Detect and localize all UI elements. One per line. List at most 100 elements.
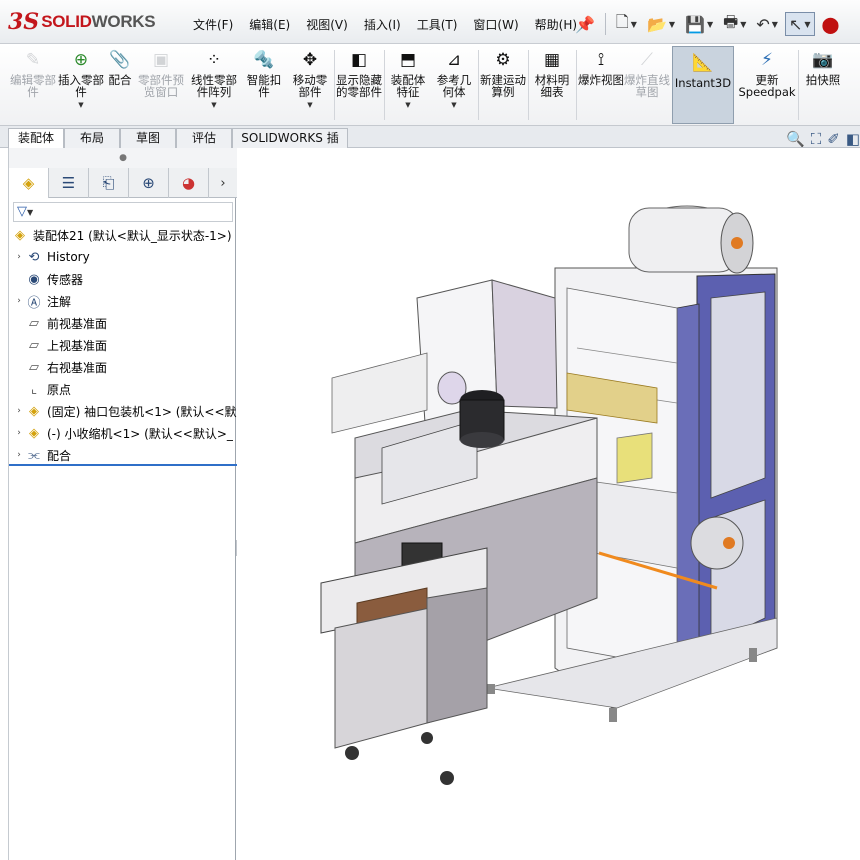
panel-grip[interactable]: ● bbox=[9, 148, 237, 168]
solidworks-window: 3S SOLIDWORKS 文件(F) 编辑(E) 视图(V) 插入(I) 工具… bbox=[0, 0, 860, 860]
tab-sketch[interactable]: 草图 bbox=[120, 128, 176, 148]
instant3d-button[interactable]: 📐 Instant3D bbox=[672, 46, 734, 124]
expand-arrow-icon[interactable]: › bbox=[13, 450, 25, 460]
smart-fastener-button[interactable]: 🔩 智能扣件 bbox=[244, 48, 284, 124]
chevron-down-icon: ▼ bbox=[78, 101, 84, 109]
configuration-icon: ⎗ bbox=[102, 174, 115, 192]
tree-item-history[interactable]: › ⟲ History bbox=[9, 246, 237, 268]
insert-component-button[interactable]: ⊕ 插入零部件 ▼ bbox=[58, 48, 104, 124]
component-preview-icon: ▣ bbox=[152, 50, 170, 70]
plane-icon: ▱ bbox=[29, 337, 39, 353]
show-hidden-button[interactable]: ◧ 显示隐藏的零部件 bbox=[336, 48, 382, 124]
assembly-icon: ◈ bbox=[15, 227, 25, 243]
zoom-to-fit-icon[interactable]: 🔍 bbox=[786, 130, 805, 148]
undo-button[interactable]: ↶ ▼ bbox=[753, 12, 781, 36]
edit-component-button[interactable]: ✎ 编辑零部件 bbox=[10, 48, 56, 124]
speedpak-icon: ⚡ bbox=[761, 50, 773, 70]
chevron-right-icon: › bbox=[220, 175, 226, 191]
display-manager-tab[interactable]: ◕ bbox=[169, 168, 209, 198]
chevron-down-icon: ▼ bbox=[451, 101, 457, 109]
rebuild-button[interactable]: ⬤ bbox=[819, 12, 843, 36]
tree-root[interactable]: ◈ 装配体21 (默认<默认_显示状态-1>) bbox=[9, 224, 237, 246]
configuration-manager-tab[interactable]: ⎗ bbox=[89, 168, 129, 198]
tab-evaluate[interactable]: 评估 bbox=[176, 128, 232, 148]
panel-tabs: ◈ ☰ ⎗ ⊕ ◕ › bbox=[9, 168, 237, 198]
solidworks-logo[interactable]: 3S SOLIDWORKS bbox=[8, 6, 166, 38]
assembly-cube-icon: ◈ bbox=[22, 174, 35, 192]
tree-item-shrink-machine[interactable]: › ◈ (-) 小收缩机<1> (默认<<默认>_ bbox=[9, 422, 237, 444]
menu-bar: 文件(F) 编辑(E) 视图(V) 插入(I) 工具(T) 窗口(W) 帮助(H… bbox=[185, 16, 585, 33]
property-manager-tab[interactable]: ☰ bbox=[49, 168, 89, 198]
print-button[interactable]: 🖶 ▼ bbox=[720, 12, 749, 36]
chevron-down-icon: ▼ bbox=[307, 101, 313, 109]
feature-tree: ◈ 装配体21 (默认<默认_显示状态-1>) › ⟲ History ◉ 传感… bbox=[9, 224, 237, 466]
feature-manager-tab[interactable]: ◈ bbox=[9, 168, 49, 198]
new-icon: 🗋 bbox=[615, 11, 629, 31]
heads-up-view-toolbar: 🔍 ⛶ ✐ ◧ bbox=[786, 130, 860, 148]
tree-item-top-plane[interactable]: ▱ 上视基准面 bbox=[9, 334, 237, 356]
part-icon: ◈ bbox=[29, 403, 39, 419]
explode-line-sketch-button[interactable]: ⟋ 爆炸直线草图 bbox=[624, 48, 670, 124]
update-speedpak-button[interactable]: ⚡ 更新Speedpak bbox=[738, 48, 796, 124]
previous-view-icon[interactable]: ✐ bbox=[827, 130, 840, 148]
menu-tools[interactable]: 工具(T) bbox=[409, 16, 466, 33]
tree-item-origin[interactable]: ⌞ 原点 bbox=[9, 378, 237, 400]
tree-item-sleeve-wrapper[interactable]: › ◈ (固定) 袖口包装机<1> (默认<<默 bbox=[9, 400, 237, 422]
section-view-icon[interactable]: ◧ bbox=[846, 130, 860, 148]
more-tabs-button[interactable]: › bbox=[209, 168, 237, 198]
pin-icon[interactable]: 📌 bbox=[572, 12, 598, 36]
expand-arrow-icon[interactable]: › bbox=[13, 406, 25, 416]
tree-item-mates[interactable]: › ⫘ 配合 bbox=[9, 444, 237, 466]
command-manager-tabs: 装配体 布局 草图 评估 SOLIDWORKS 插件 bbox=[0, 126, 860, 163]
ds-logo-mark: 3S bbox=[8, 9, 40, 35]
save-icon: 💾 bbox=[685, 14, 705, 34]
part-icon: ◈ bbox=[29, 425, 39, 441]
menu-file[interactable]: 文件(F) bbox=[185, 16, 241, 33]
open-document-button[interactable]: 📂 ▼ bbox=[644, 12, 678, 36]
snapshot-button[interactable]: 📷 拍快照 bbox=[800, 48, 846, 124]
move-component-button[interactable]: ✥ 移动零部件 ▼ bbox=[288, 48, 332, 124]
show-hidden-icon: ◧ bbox=[350, 50, 368, 70]
mates-folder-icon: ⫘ bbox=[28, 447, 40, 463]
menu-insert[interactable]: 插入(I) bbox=[356, 16, 409, 33]
select-button[interactable]: ↖ ▼ bbox=[784, 12, 815, 36]
tree-item-annotations[interactable]: › Ⓐ 注解 bbox=[9, 290, 237, 312]
tree-item-front-plane[interactable]: ▱ 前视基准面 bbox=[9, 312, 237, 334]
save-button[interactable]: 💾 ▼ bbox=[682, 12, 716, 36]
expand-arrow-icon[interactable]: › bbox=[13, 428, 25, 438]
new-document-button[interactable]: 🗋 ▼ bbox=[613, 12, 640, 36]
menu-view[interactable]: 视图(V) bbox=[298, 16, 356, 33]
tab-addins[interactable]: SOLIDWORKS 插件 bbox=[232, 128, 348, 163]
command-manager: ✎ 编辑零部件 ⊕ 插入零部件 ▼ 📎 配合 ▣ 零部件预览窗口 ⁘ 线性零部件… bbox=[0, 44, 860, 126]
dimxpert-tab[interactable]: ⊕ bbox=[129, 168, 169, 198]
assembly-feature-button[interactable]: ⬒ 装配体特征 ▼ bbox=[386, 48, 430, 124]
menu-edit[interactable]: 编辑(E) bbox=[241, 16, 298, 33]
logo-text: SOLIDWORKS bbox=[41, 12, 156, 31]
exploded-view-button[interactable]: ⟟ 爆炸视图 bbox=[578, 48, 624, 124]
edit-component-icon: ✎ bbox=[25, 50, 41, 70]
tab-layout[interactable]: 布局 bbox=[64, 128, 120, 148]
feature-manager-panel: ● ◈ ☰ ⎗ ⊕ ◕ › ▽▼ ◈ 装配体21 (默认<默认_显示状态-1>)… bbox=[8, 148, 237, 860]
component-preview-button[interactable]: ▣ 零部件预览窗口 bbox=[138, 48, 184, 124]
title-menu-bar: 3S SOLIDWORKS 文件(F) 编辑(E) 视图(V) 插入(I) 工具… bbox=[0, 0, 860, 44]
annotation-icon: Ⓐ bbox=[27, 295, 41, 311]
bom-button[interactable]: ▦ 材料明细表 bbox=[530, 48, 574, 124]
tab-assembly[interactable]: 装配体 bbox=[8, 128, 64, 149]
tree-item-right-plane[interactable]: ▱ 右视基准面 bbox=[9, 356, 237, 378]
menu-window[interactable]: 窗口(W) bbox=[465, 16, 526, 33]
rollback-bar[interactable] bbox=[9, 464, 237, 466]
quick-access-toolbar: 📌 🗋 ▼ 📂 ▼ 💾 ▼ 🖶 ▼ ↶ ▼ ↖ ▼ ⬤ bbox=[572, 10, 842, 38]
tree-filter[interactable]: ▽▼ bbox=[13, 202, 233, 222]
new-motion-study-button[interactable]: ⚙ 新建运动算例 bbox=[480, 48, 526, 124]
linear-pattern-button[interactable]: ⁘ 线性零部件阵列 ▼ bbox=[186, 48, 242, 124]
sensor-icon: ◉ bbox=[28, 271, 40, 287]
move-component-icon: ✥ bbox=[302, 50, 318, 70]
tree-item-sensors[interactable]: ◉ 传感器 bbox=[9, 268, 237, 290]
reference-geometry-button[interactable]: ⊿ 参考几何体 ▼ bbox=[432, 48, 476, 124]
expand-arrow-icon[interactable]: › bbox=[13, 252, 25, 262]
graphics-area[interactable] bbox=[237, 148, 860, 860]
exploded-view-icon: ⟟ bbox=[597, 50, 605, 70]
expand-arrow-icon[interactable]: › bbox=[13, 296, 25, 306]
zoom-to-area-icon[interactable]: ⛶ bbox=[811, 130, 822, 148]
mate-button[interactable]: 📎 配合 bbox=[104, 48, 136, 124]
